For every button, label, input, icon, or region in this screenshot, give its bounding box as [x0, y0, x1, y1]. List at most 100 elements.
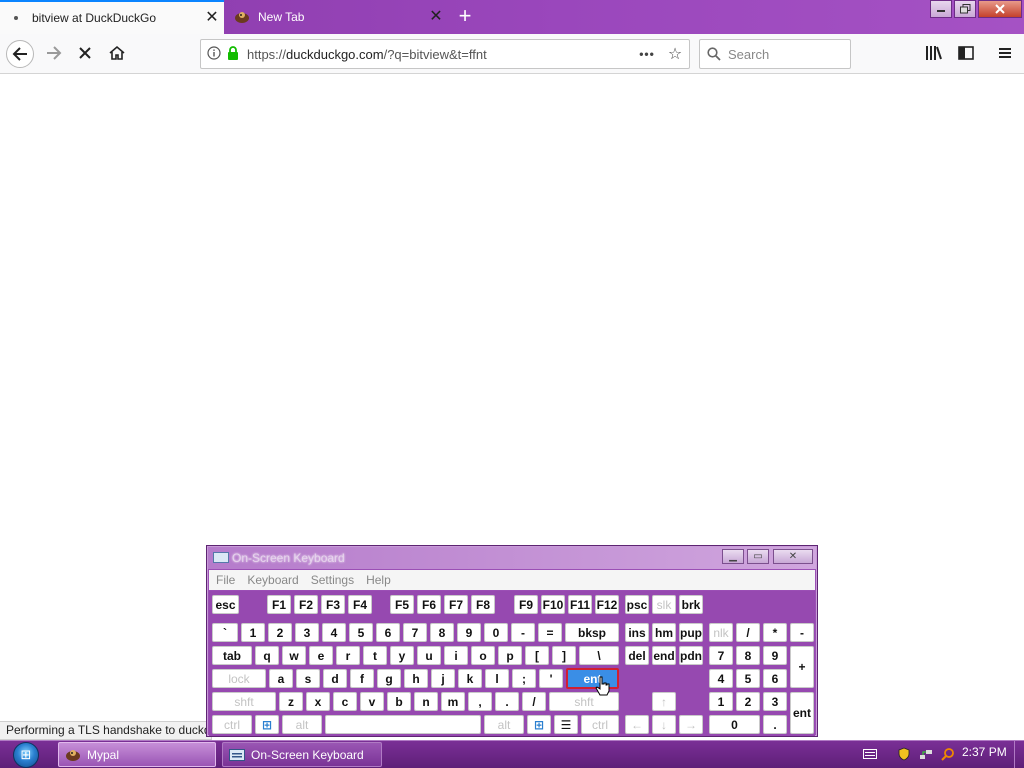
window-minimize-button[interactable] [930, 0, 952, 18]
key-enter[interactable]: ent [566, 668, 619, 689]
menu-help[interactable]: Help [366, 573, 391, 587]
key-left-alt[interactable]: alt [282, 715, 322, 734]
key-4[interactable]: 4 [322, 623, 346, 642]
forward-button[interactable] [38, 38, 70, 70]
key-f[interactable]: f [350, 669, 374, 688]
key-slk[interactable]: slk [652, 595, 676, 614]
key-num-divide[interactable]: / [736, 623, 760, 642]
key-f4[interactable]: F4 [348, 595, 372, 614]
key-f3[interactable]: F3 [321, 595, 345, 614]
osk-minimize-button[interactable]: ▁ [722, 549, 744, 564]
key-e[interactable]: e [309, 646, 333, 665]
key-pgdn[interactable]: pdn [679, 646, 703, 665]
key-a[interactable]: a [269, 669, 293, 688]
key-minus[interactable]: - [511, 623, 535, 642]
key-num-2[interactable]: 2 [736, 692, 760, 711]
key-left-shift[interactable]: shft [212, 692, 276, 711]
key-del[interactable]: del [625, 646, 649, 665]
keyboard-layout-icon[interactable] [860, 746, 880, 762]
key-semicolon[interactable]: ; [512, 669, 536, 688]
key-num-minus[interactable]: - [790, 623, 814, 642]
key-end[interactable]: end [652, 646, 676, 665]
url-bar[interactable]: https://duckduckgo.com/?q=bitview&t=ffnt… [200, 39, 690, 69]
key-b[interactable]: b [387, 692, 411, 711]
key-quote[interactable]: ' [539, 669, 563, 688]
menu-button[interactable] [989, 38, 1021, 70]
key-f12[interactable]: F12 [595, 595, 619, 614]
library-button[interactable] [918, 38, 950, 70]
key-right-windows[interactable]: ⊞ [527, 715, 551, 734]
key-num-6[interactable]: 6 [763, 669, 787, 688]
key-left-ctrl[interactable]: ctrl [212, 715, 252, 734]
search-icon[interactable] [938, 746, 958, 762]
key-c[interactable]: c [333, 692, 357, 711]
key-9[interactable]: 9 [457, 623, 481, 642]
key-v[interactable]: v [360, 692, 384, 711]
key-num-3[interactable]: 3 [763, 692, 787, 711]
key-o[interactable]: o [471, 646, 495, 665]
key-f2[interactable]: F2 [294, 595, 318, 614]
key-j[interactable]: j [431, 669, 455, 688]
key-num-1[interactable]: 1 [709, 692, 733, 711]
key-backspace[interactable]: bksp [565, 623, 619, 642]
close-tab-icon[interactable]: ✕ [424, 9, 448, 25]
key-num-0[interactable]: 0 [709, 715, 760, 734]
key-y[interactable]: y [390, 646, 414, 665]
key-l[interactable]: l [485, 669, 509, 688]
key-esc[interactable]: esc [212, 595, 239, 614]
key-0[interactable]: 0 [484, 623, 508, 642]
key-num-5[interactable]: 5 [736, 669, 760, 688]
osk-close-button[interactable]: ✕ [773, 549, 813, 564]
key-w[interactable]: w [282, 646, 306, 665]
key-f8[interactable]: F8 [471, 595, 495, 614]
close-tab-icon[interactable]: ✕ [200, 10, 224, 26]
taskbar-item-on-screen-keyboard[interactable]: On-Screen Keyboard [222, 742, 382, 767]
key-f6[interactable]: F6 [417, 595, 441, 614]
key-1[interactable]: 1 [241, 623, 265, 642]
key-d[interactable]: d [323, 669, 347, 688]
network-icon[interactable] [916, 746, 936, 762]
key-pgup[interactable]: pup [679, 623, 703, 642]
key-arrow-up[interactable]: ↑ [652, 692, 676, 711]
key-n[interactable]: n [414, 692, 438, 711]
key-r[interactable]: r [336, 646, 360, 665]
show-desktop-button[interactable] [1014, 741, 1024, 768]
key-space[interactable] [325, 715, 481, 734]
info-icon[interactable] [201, 45, 227, 63]
key-brk[interactable]: brk [679, 595, 703, 614]
key-t[interactable]: t [363, 646, 387, 665]
key-g[interactable]: g [377, 669, 401, 688]
stop-button[interactable] [69, 38, 101, 70]
key-close-bracket[interactable]: ] [552, 646, 576, 665]
key-f7[interactable]: F7 [444, 595, 468, 614]
menu-settings[interactable]: Settings [311, 573, 354, 587]
key-comma[interactable]: , [468, 692, 492, 711]
url-text[interactable]: https://duckduckgo.com/?q=bitview&t=ffnt [247, 47, 633, 62]
key-ins[interactable]: ins [625, 623, 649, 642]
key-num-decimal[interactable]: . [763, 715, 787, 734]
tab-duckduckgo[interactable]: bitview at DuckDuckGo ✕ [0, 0, 224, 34]
page-actions-icon[interactable]: ••• [633, 47, 661, 61]
key-u[interactable]: u [417, 646, 441, 665]
key-backtick[interactable]: ` [212, 623, 238, 642]
key-num-7[interactable]: 7 [709, 646, 733, 665]
search-input[interactable] [728, 46, 838, 62]
key-num-9[interactable]: 9 [763, 646, 787, 665]
bookmark-star-icon[interactable]: ☆ [661, 44, 689, 64]
key-8[interactable]: 8 [430, 623, 454, 642]
key-tab[interactable]: tab [212, 646, 252, 665]
start-button[interactable]: ⊞ [2, 741, 50, 768]
key-s[interactable]: s [296, 669, 320, 688]
home-button[interactable] [101, 38, 133, 70]
clock[interactable]: 2:37 PM [962, 745, 1007, 759]
key-h[interactable]: h [404, 669, 428, 688]
osk-maximize-button[interactable]: ▭ [747, 549, 769, 564]
key-f11[interactable]: F11 [568, 595, 592, 614]
menu-keyboard[interactable]: Keyboard [247, 573, 298, 587]
key-home[interactable]: hm [652, 623, 676, 642]
key-right-ctrl[interactable]: ctrl [581, 715, 619, 734]
key-p[interactable]: p [498, 646, 522, 665]
key-num-multiply[interactable]: * [763, 623, 787, 642]
key-f10[interactable]: F10 [541, 595, 565, 614]
key-5[interactable]: 5 [349, 623, 373, 642]
